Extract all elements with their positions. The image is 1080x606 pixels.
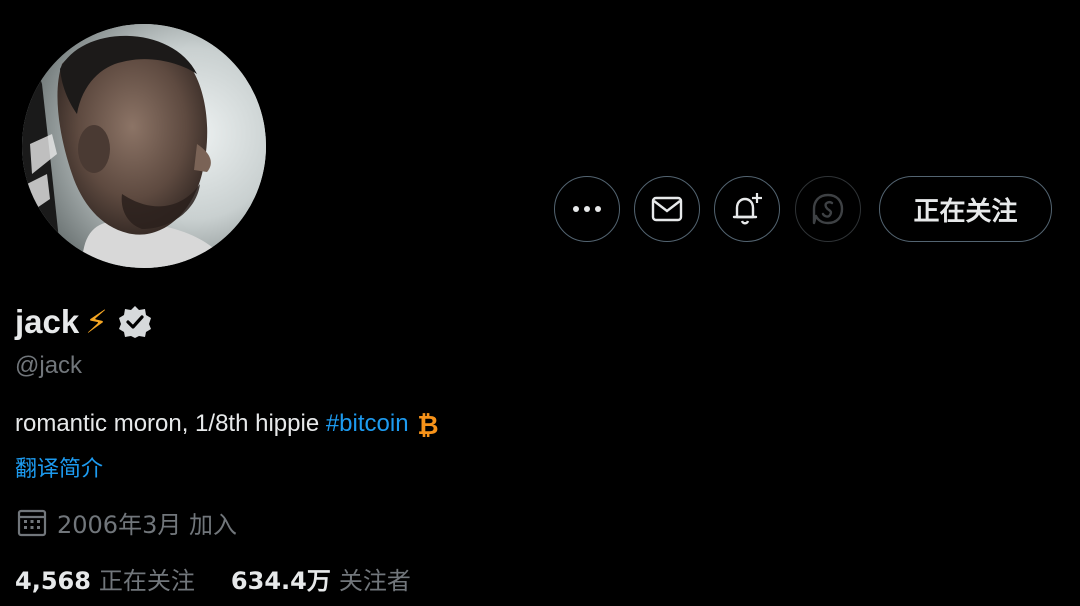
profile-header: 正在关注 jack ⚡ @jack romantic moron, 1/8th …	[0, 0, 1080, 606]
notifications-button[interactable]	[714, 176, 780, 242]
more-horizontal-icon	[573, 206, 601, 212]
calendar-icon	[17, 509, 47, 536]
joined-date: 2006年3月 加入	[17, 505, 237, 540]
followers-stat-link[interactable]: 634.4万 关注者	[231, 561, 411, 596]
bio-text: romantic moron, 1/8th hippie	[15, 410, 326, 437]
avatar-photo	[22, 24, 266, 268]
followers-label: 关注者	[338, 567, 411, 595]
svg-text:₿: ₿	[417, 411, 438, 438]
more-button[interactable]	[554, 176, 620, 242]
user-handle: @jack	[15, 352, 83, 379]
following-label: 正在关注	[98, 567, 195, 595]
tip-jar-icon	[812, 193, 844, 225]
message-button[interactable]	[634, 176, 700, 242]
envelope-icon	[651, 196, 683, 222]
following-count: 4,568	[15, 567, 91, 595]
name-row: jack ⚡	[15, 303, 152, 341]
bio-hashtag-link[interactable]: #bitcoin	[326, 410, 409, 438]
lightning-emoji: ⚡	[85, 303, 108, 341]
display-name: jack	[15, 303, 80, 340]
translate-bio-link[interactable]: 翻译简介	[15, 451, 103, 483]
avatar[interactable]	[22, 24, 266, 268]
bell-plus-icon	[732, 193, 762, 225]
tip-button[interactable]	[795, 176, 861, 242]
bitcoin-emoji-icon: ₿	[417, 411, 438, 438]
follow-stats: 4,568 正在关注 634.4万 关注者	[15, 561, 411, 596]
following-stat-link[interactable]: 4,568 正在关注	[15, 561, 195, 596]
followers-count: 634.4万	[230, 567, 331, 595]
bio: romantic moron, 1/8th hippie #bitcoin ₿	[15, 410, 441, 438]
verified-badge-icon[interactable]	[118, 305, 152, 339]
joined-text: 2006年3月 加入	[57, 511, 237, 539]
following-button[interactable]: 正在关注	[879, 176, 1052, 242]
